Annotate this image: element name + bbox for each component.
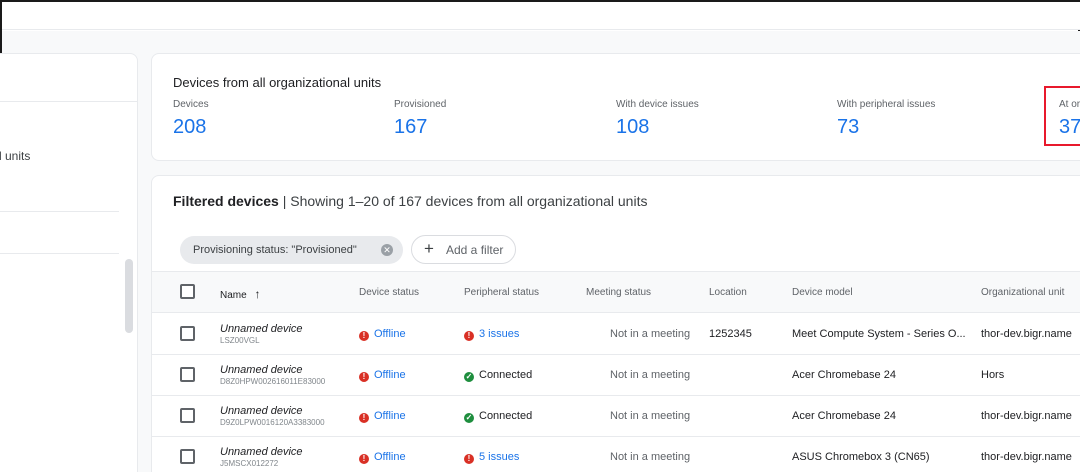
device-serial: D9Z0LPW0016120A3383000 xyxy=(220,418,325,427)
stat-label: Devices xyxy=(173,99,209,110)
close-icon[interactable]: ✕ xyxy=(381,244,393,256)
column-name-label: Name xyxy=(220,290,247,301)
error-icon: ! xyxy=(464,454,474,464)
error-icon: ! xyxy=(359,372,369,382)
peripheral-status-text: 5 issues xyxy=(479,451,520,463)
sort-arrow-up-icon[interactable]: ↑ xyxy=(254,287,260,301)
stat-provisioned[interactable]: Provisioned 167 xyxy=(394,99,446,139)
device-name[interactable]: Unnamed device xyxy=(220,405,303,417)
device-status-text: Offline xyxy=(374,328,406,340)
meeting-status-cell: Not in a meeting xyxy=(610,328,691,340)
error-icon: ! xyxy=(359,454,369,464)
device-serial: D8Z0HPW002616011E83000 xyxy=(220,377,326,386)
select-all-checkbox[interactable] xyxy=(180,284,195,299)
location-cell: 1252345 xyxy=(709,328,752,340)
divider xyxy=(0,253,119,254)
org-unit-cell: thor-dev.bigr.name xyxy=(981,451,1072,463)
panel-scrollbar[interactable] xyxy=(125,259,133,333)
plus-icon: + xyxy=(424,239,434,258)
divider xyxy=(0,101,138,102)
column-meeting-status[interactable]: Meeting status xyxy=(586,287,651,298)
filter-chip-provisioning[interactable]: Provisioning status: "Provisioned" ✕ xyxy=(180,236,403,264)
device-model-cell: Meet Compute System - Series O... xyxy=(792,328,966,340)
column-peripheral-status[interactable]: Peripheral status xyxy=(464,287,539,298)
device-status-text: Offline xyxy=(374,369,406,381)
divider xyxy=(0,211,119,212)
device-name[interactable]: Unnamed device xyxy=(220,446,303,458)
device-status-cell[interactable]: ! Offline xyxy=(359,410,406,423)
peripheral-status-cell[interactable]: ! 5 issues xyxy=(464,451,519,464)
stat-label: With peripheral issues xyxy=(837,99,936,110)
devices-summary-card: Devices from all organizational units De… xyxy=(151,53,1080,161)
add-filter-button[interactable]: + Add a filter xyxy=(411,235,516,264)
stat-value[interactable]: 208 xyxy=(173,116,209,139)
summary-title: Devices from all organizational units xyxy=(173,75,382,90)
stat-value[interactable]: 73 xyxy=(837,116,935,139)
device-model-cell: Acer Chromebase 24 xyxy=(792,369,896,381)
column-location[interactable]: Location xyxy=(709,287,747,298)
error-icon: ! xyxy=(464,331,474,341)
device-serial: J5MSCX012272 xyxy=(220,459,279,468)
meeting-status-cell: Not in a meeting xyxy=(610,369,691,381)
org-unit-cell: thor-dev.bigr.name xyxy=(981,328,1072,340)
column-name[interactable]: Name ↑ xyxy=(220,287,260,301)
meeting-status-cell: Not in a meeting xyxy=(610,410,691,422)
device-status-cell[interactable]: ! Offline xyxy=(359,451,406,464)
device-name[interactable]: Unnamed device xyxy=(220,323,303,335)
device-model-cell: ASUS Chromebox 3 (CN65) xyxy=(792,451,930,463)
check-circle-icon: ✓ xyxy=(464,372,474,382)
filtered-devices-header: Filtered devices | Showing 1–20 of 167 d… xyxy=(173,193,647,209)
peripheral-status-cell[interactable]: ! 3 issues xyxy=(464,328,519,341)
table-row[interactable]: Unnamed device D9Z0LPW0016120A3383000 ! O… xyxy=(152,396,1080,437)
stat-label: With device issues xyxy=(616,99,699,110)
table-row[interactable]: Unnamed device LSZ00VGL ! Offline ! 3 issu… xyxy=(152,314,1080,355)
peripheral-status-text: Connected xyxy=(479,410,533,422)
column-device-status[interactable]: Device status xyxy=(359,287,419,298)
org-units-panel: l units xyxy=(0,53,138,472)
peripheral-status-cell: ✓ Connected xyxy=(464,369,532,382)
stat-device-issues[interactable]: With device issues 108 xyxy=(616,99,699,139)
device-name[interactable]: Unnamed device xyxy=(220,364,303,376)
device-serial: LSZ00VGL xyxy=(220,336,260,345)
filtered-devices-title: Filtered devices xyxy=(173,193,279,209)
stat-value[interactable]: 108 xyxy=(616,116,699,139)
row-checkbox[interactable] xyxy=(180,326,195,341)
meeting-status-cell: Not in a meeting xyxy=(610,451,691,463)
check-circle-icon: ✓ xyxy=(464,413,474,423)
row-checkbox[interactable] xyxy=(180,367,195,382)
table-row[interactable]: Unnamed device D8Z0HPW002616011E83000 ! O… xyxy=(152,355,1080,396)
device-model-cell: Acer Chromebase 24 xyxy=(792,410,896,422)
row-checkbox[interactable] xyxy=(180,408,195,423)
peripheral-status-text: 3 issues xyxy=(479,328,520,340)
stat-label: Provisioned xyxy=(394,99,447,110)
device-status-text: Offline xyxy=(374,451,406,463)
stat-value[interactable]: 167 xyxy=(394,116,446,139)
filtered-devices-card: Filtered devices | Showing 1–20 of 167 d… xyxy=(151,175,1080,472)
row-checkbox[interactable] xyxy=(180,449,195,464)
org-unit-cell: thor-dev.bigr.name xyxy=(981,410,1072,422)
table-header: Name ↑ Device status Peripheral status M… xyxy=(152,271,1080,313)
stat-devices[interactable]: Devices 208 xyxy=(173,99,209,139)
error-icon: ! xyxy=(359,331,369,341)
add-filter-label: Add a filter xyxy=(446,242,504,257)
column-device-model[interactable]: Device model xyxy=(792,287,853,298)
device-status-text: Offline xyxy=(374,410,406,422)
top-bar xyxy=(2,2,1080,30)
peripheral-status-text: Connected xyxy=(479,369,533,381)
org-units-label[interactable]: l units xyxy=(0,149,30,163)
peripheral-status-cell: ✓ Connected xyxy=(464,410,532,423)
highlight-box xyxy=(1044,86,1080,146)
device-status-cell[interactable]: ! Offline xyxy=(359,369,406,382)
device-status-cell[interactable]: ! Offline xyxy=(359,328,406,341)
error-icon: ! xyxy=(359,413,369,423)
filter-chip-label: Provisioning status: "Provisioned" xyxy=(193,244,357,256)
table-row[interactable]: Unnamed device J5MSCX012272 ! Offline ! 5 … xyxy=(152,437,1080,472)
filtered-devices-count: | Showing 1–20 of 167 devices from all o… xyxy=(278,193,648,209)
org-unit-cell: Hors xyxy=(981,369,1005,381)
stat-peripheral-issues[interactable]: With peripheral issues 73 xyxy=(837,99,935,139)
column-org-unit[interactable]: Organizational unit xyxy=(981,287,1064,298)
